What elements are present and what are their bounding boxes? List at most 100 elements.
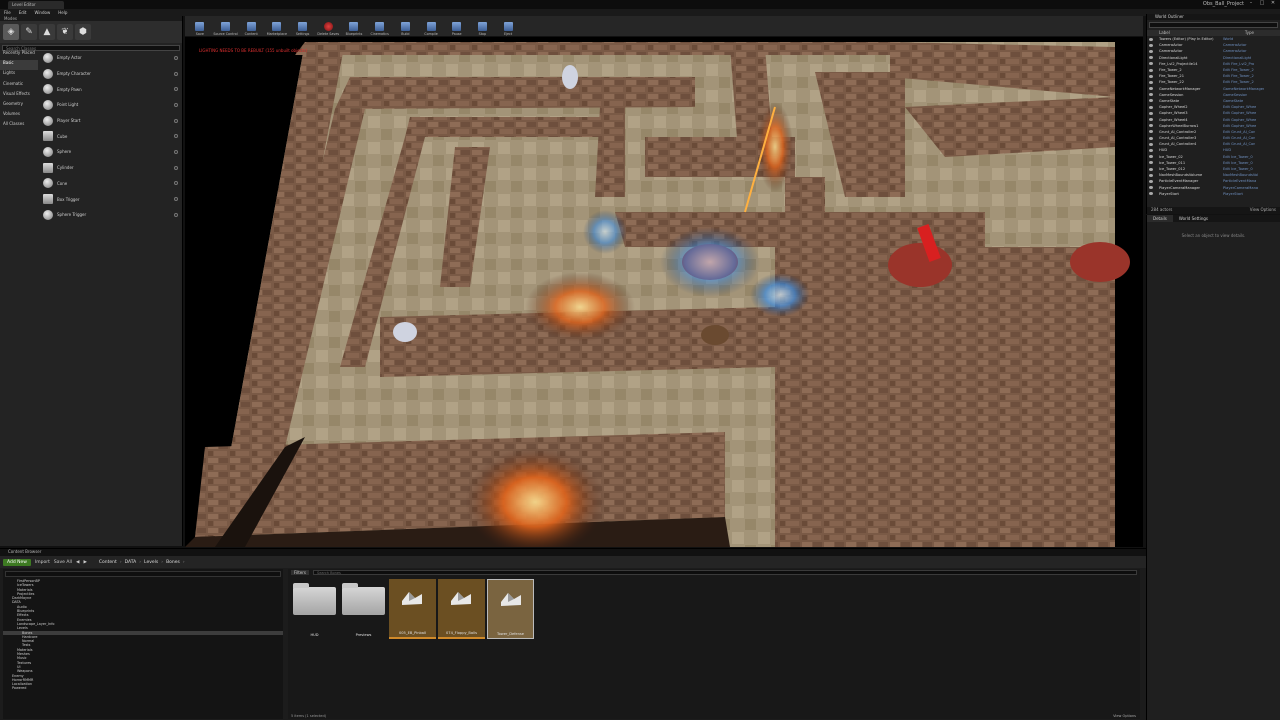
- category-item[interactable]: Cinematic: [0, 81, 38, 91]
- asset-search-input[interactable]: Search Bones: [313, 570, 1137, 575]
- placeable-item[interactable]: Cylinder: [40, 160, 182, 176]
- save-all-button[interactable]: Save All: [54, 560, 72, 565]
- category-item[interactable]: Visual Effects: [0, 91, 38, 101]
- crumb-bones[interactable]: Bones: [166, 560, 180, 565]
- visibility-eye-icon[interactable]: [1149, 74, 1153, 78]
- visibility-eye-icon[interactable]: [1149, 142, 1153, 146]
- close-button[interactable]: ✕: [1268, 0, 1278, 8]
- map-asset-tile[interactable]: Tower_Defense: [487, 579, 534, 639]
- placeable-item[interactable]: Sphere: [40, 144, 182, 160]
- visibility-eye-icon[interactable]: [1149, 136, 1153, 140]
- category-item[interactable]: All Classes: [0, 121, 38, 131]
- placeable-item[interactable]: Sphere Trigger: [40, 207, 182, 223]
- visibility-eye-icon[interactable]: [1149, 167, 1153, 171]
- folder-asset-tile[interactable]: HUD: [291, 579, 338, 639]
- column-type[interactable]: Type: [1233, 30, 1280, 36]
- eject-button[interactable]: Eject: [495, 16, 521, 36]
- visibility-eye-icon[interactable]: [1149, 37, 1153, 41]
- category-item[interactable]: Geometry: [0, 101, 38, 111]
- foliage-mode-icon[interactable]: ❦: [57, 24, 73, 40]
- landscape-mode-icon[interactable]: ▲: [39, 24, 55, 40]
- visibility-eye-icon[interactable]: [1149, 56, 1153, 60]
- cinematics-button[interactable]: Cinematics: [367, 16, 393, 36]
- menu-edit[interactable]: Edit: [15, 9, 31, 15]
- filters-button[interactable]: Filters: [291, 570, 309, 575]
- folder-tree-item[interactable]: Powered: [3, 686, 283, 690]
- source-control-button[interactable]: Source Control: [213, 16, 239, 36]
- placeable-item[interactable]: Cube: [40, 128, 182, 144]
- visibility-eye-icon[interactable]: [1149, 192, 1153, 196]
- stop-button[interactable]: Stop: [470, 16, 496, 36]
- folder-search-input[interactable]: [5, 571, 281, 577]
- map-asset-tile[interactable]: 074_Floppy_Balls: [438, 579, 485, 639]
- visibility-eye-icon[interactable]: [1149, 93, 1153, 97]
- visibility-eye-icon[interactable]: [1149, 186, 1153, 190]
- paint-mode-icon[interactable]: ✎: [21, 24, 37, 40]
- pause-button[interactable]: Pause: [444, 16, 470, 36]
- outliner-tab[interactable]: World Outliner: [1147, 14, 1280, 20]
- visibility-eye-icon[interactable]: [1149, 118, 1153, 122]
- category-item[interactable]: Recently Placed: [0, 50, 38, 60]
- menu-file[interactable]: File: [0, 9, 15, 15]
- visibility-eye-icon[interactable]: [1149, 179, 1153, 183]
- visibility-eye-icon[interactable]: [1149, 148, 1153, 152]
- save-button[interactable]: Save: [187, 16, 213, 36]
- visibility-eye-icon[interactable]: [1149, 124, 1153, 128]
- forward-icon[interactable]: ▶: [83, 560, 86, 565]
- level-viewport[interactable]: LIGHTING NEEDS TO BE REBUILT (155 unbuil…: [185, 37, 1143, 547]
- settings-button[interactable]: Settings: [290, 16, 316, 36]
- minimize-button[interactable]: –: [1246, 0, 1256, 8]
- placeable-item[interactable]: Empty Character: [40, 66, 182, 82]
- crumb-content[interactable]: Content: [99, 560, 117, 565]
- map-asset-tile[interactable]: 005_EB_Pinball: [389, 579, 436, 639]
- maximize-button[interactable]: □: [1257, 0, 1267, 8]
- visibility-eye-icon[interactable]: [1149, 130, 1153, 134]
- outliner-search-input[interactable]: [1149, 22, 1278, 28]
- blueprints-button[interactable]: Blueprints: [341, 16, 367, 36]
- visibility-eye-icon[interactable]: [1149, 80, 1153, 84]
- visibility-eye-icon[interactable]: [1149, 99, 1153, 103]
- content-button[interactable]: Content: [238, 16, 264, 36]
- placeable-item[interactable]: Cone: [40, 176, 182, 192]
- compile-button[interactable]: Compile: [418, 16, 444, 36]
- menu-window[interactable]: Window: [30, 9, 54, 15]
- visibility-eye-icon[interactable]: [1149, 105, 1153, 109]
- content-browser-tab[interactable]: Content Browser: [0, 549, 1146, 556]
- visibility-eye-icon[interactable]: [1149, 161, 1153, 165]
- import-button[interactable]: Import: [35, 560, 50, 565]
- placeable-item[interactable]: Player Start: [40, 113, 182, 129]
- column-label[interactable]: Label: [1147, 30, 1170, 36]
- category-item[interactable]: Lights: [0, 70, 38, 80]
- visibility-eye-icon[interactable]: [1149, 111, 1153, 115]
- visibility-eye-icon[interactable]: [1149, 87, 1153, 91]
- visibility-eye-icon[interactable]: [1149, 173, 1153, 177]
- back-icon[interactable]: ◀: [76, 560, 79, 565]
- visibility-eye-icon[interactable]: [1149, 49, 1153, 53]
- placeable-item[interactable]: Point Light: [40, 97, 182, 113]
- visibility-eye-icon[interactable]: [1149, 155, 1153, 159]
- tab-details[interactable]: Details: [1147, 215, 1173, 222]
- outliner-row[interactable]: PlayerStart PlayerStart: [1149, 191, 1280, 197]
- folder-asset-tile[interactable]: Previews: [340, 579, 387, 639]
- visibility-eye-icon[interactable]: [1149, 68, 1153, 72]
- view-options-button[interactable]: View Options: [1250, 207, 1276, 212]
- category-item[interactable]: Basic: [0, 60, 38, 71]
- geometry-mode-icon[interactable]: ⬢: [75, 24, 91, 40]
- placeable-item[interactable]: Empty Pawn: [40, 81, 182, 97]
- crumb-levels[interactable]: Levels: [144, 560, 158, 565]
- asset-view-options-button[interactable]: View Options: [1113, 714, 1136, 718]
- placeable-item[interactable]: Box Trigger: [40, 191, 182, 207]
- delete-saves-button[interactable]: Delete Saves: [315, 16, 341, 36]
- place-mode-icon[interactable]: ◈: [3, 24, 19, 40]
- level-editor-tab[interactable]: Level Editor: [8, 1, 64, 9]
- menu-help[interactable]: Help: [54, 9, 71, 15]
- build-button[interactable]: Build: [393, 16, 419, 36]
- visibility-eye-icon[interactable]: [1149, 43, 1153, 47]
- marketplace-button[interactable]: Marketplace: [264, 16, 290, 36]
- visibility-eye-icon[interactable]: [1149, 62, 1153, 66]
- tab-world-settings[interactable]: World Settings: [1173, 215, 1214, 222]
- crumb-data[interactable]: DATA: [125, 560, 137, 565]
- category-item[interactable]: Volumes: [0, 111, 38, 121]
- placeable-item[interactable]: Empty Actor: [40, 50, 182, 66]
- add-new-button[interactable]: Add New: [3, 558, 31, 566]
